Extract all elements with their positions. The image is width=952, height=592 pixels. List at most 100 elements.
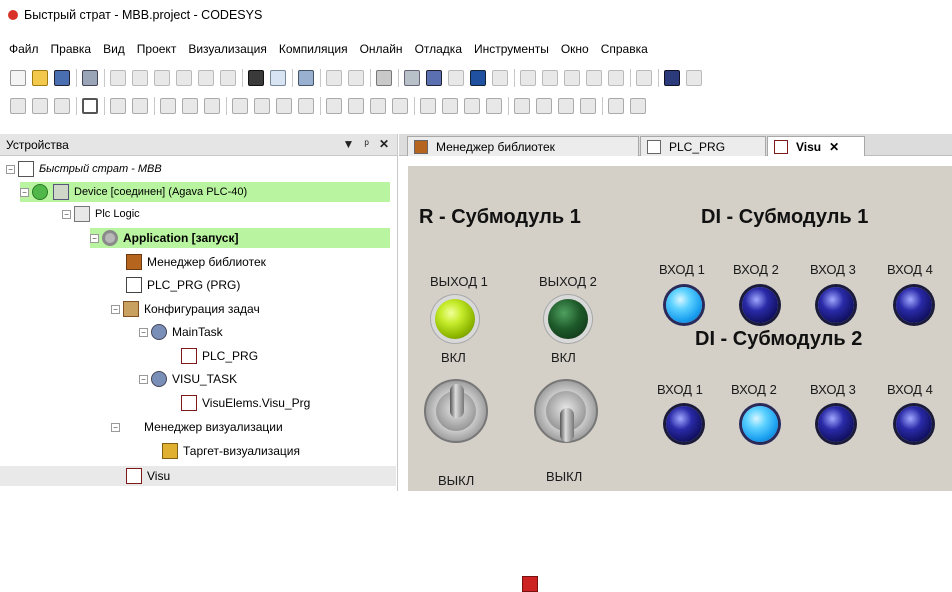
replace-icon[interactable] [270, 70, 286, 86]
tree-item-target-visu[interactable]: Таргет-визуализация [162, 441, 300, 461]
properties-icon[interactable] [580, 98, 596, 114]
panel-close-icon[interactable]: ✕ [379, 137, 389, 151]
menu-view[interactable]: Вид [103, 42, 125, 56]
step-over-icon[interactable] [542, 70, 558, 86]
start-icon[interactable] [448, 70, 464, 86]
send-backward-icon[interactable] [486, 98, 502, 114]
same-height-icon[interactable] [326, 98, 342, 114]
space-vertical-icon[interactable] [392, 98, 408, 114]
menu-build[interactable]: Компиляция [279, 42, 348, 56]
toolbox-icon[interactable] [608, 98, 624, 114]
visu-config-icon[interactable] [630, 98, 646, 114]
align-right-icon[interactable] [204, 98, 220, 114]
step-out-icon[interactable] [586, 70, 602, 86]
same-width-icon[interactable] [298, 98, 314, 114]
collapse-icon[interactable]: − [139, 327, 148, 337]
new-file-icon[interactable] [10, 70, 26, 86]
tab-visu[interactable]: Visu ✕ [767, 136, 865, 156]
build-icon[interactable] [298, 70, 314, 86]
align-bottom-icon[interactable] [276, 98, 292, 114]
tab-label: Visu [796, 139, 822, 154]
space-horizontal-icon[interactable] [370, 98, 386, 114]
run-to-cursor-icon[interactable] [608, 70, 624, 86]
align-left-icon[interactable] [160, 98, 176, 114]
tree-item-maintask[interactable]: − MainTask [139, 322, 223, 342]
menu-online[interactable]: Онлайн [360, 42, 403, 56]
print-icon[interactable] [82, 70, 98, 86]
collapse-icon[interactable]: − [62, 209, 71, 219]
interface-editor-icon[interactable] [536, 98, 552, 114]
save-icon[interactable] [54, 70, 70, 86]
reset-icon[interactable] [492, 70, 508, 86]
tree-item-application[interactable]: − Application [запуск] [90, 228, 390, 248]
ungroup-icon[interactable] [132, 98, 148, 114]
tree-item-visu[interactable]: Visu [0, 466, 396, 486]
open-folder-icon[interactable] [32, 70, 48, 86]
tree-item-maintask-plc-prg[interactable]: PLC_PRG [181, 346, 258, 366]
menu-help[interactable]: Справка [601, 42, 648, 56]
unforce-icon[interactable] [686, 70, 702, 86]
tree-item-project[interactable]: − Быстрый страт - MBB [6, 159, 366, 179]
panel-pin-icon[interactable]: ᵖ [364, 137, 369, 151]
tree-item-plc-prg[interactable]: PLC_PRG (PRG) [126, 275, 240, 295]
menu-debug[interactable]: Отладка [415, 42, 462, 56]
menu-project[interactable]: Проект [137, 42, 177, 56]
tree-item-visu-task[interactable]: − VISU_TASK [139, 369, 237, 389]
tab-close-icon[interactable]: ✕ [829, 140, 839, 154]
send-back-icon[interactable] [442, 98, 458, 114]
menu-edit[interactable]: Правка [51, 42, 92, 56]
delete-icon[interactable] [220, 70, 236, 86]
tree-item-task-config[interactable]: − Конфигурация задач [111, 299, 260, 319]
tree-item-device[interactable]: − Device [соединен] (Agava PLC-40) [20, 182, 390, 202]
add-object-icon[interactable] [326, 70, 342, 86]
tree-item-plc-logic[interactable]: − Plc Logic [62, 204, 140, 224]
paste-icon[interactable] [198, 70, 214, 86]
find-icon[interactable] [248, 70, 264, 86]
toggle-switch-1[interactable] [424, 379, 488, 443]
zoom-fit-icon[interactable] [32, 98, 48, 114]
group-icon[interactable] [110, 98, 126, 114]
bring-forward-icon[interactable] [464, 98, 480, 114]
program-call-icon [181, 395, 197, 411]
cut-icon[interactable] [154, 70, 170, 86]
collapse-icon[interactable]: − [139, 374, 148, 384]
menu-file[interactable]: Файл [9, 42, 39, 56]
menu-window[interactable]: Окно [561, 42, 589, 56]
rebuild-icon[interactable] [376, 70, 392, 86]
align-center-icon[interactable] [182, 98, 198, 114]
tree-item-visu-prg[interactable]: VisuElems.Visu_Prg [181, 393, 310, 413]
hotkeys-icon[interactable] [558, 98, 574, 114]
collapse-icon[interactable]: − [90, 233, 99, 243]
tree-item-library-manager[interactable]: Менеджер библиотек [126, 252, 266, 272]
breakpoint-icon[interactable] [520, 70, 536, 86]
align-top-icon[interactable] [232, 98, 248, 114]
bring-front-icon[interactable] [420, 98, 436, 114]
logout-icon[interactable] [426, 70, 442, 86]
write-values-icon[interactable] [636, 70, 652, 86]
same-size-icon[interactable] [348, 98, 364, 114]
undo-icon[interactable] [110, 70, 126, 86]
redo-icon[interactable] [132, 70, 148, 86]
tab-plc-prg[interactable]: PLC_PRG [640, 136, 766, 156]
panel-dropdown-icon[interactable]: ▼ [343, 137, 355, 151]
stop-icon[interactable] [470, 70, 486, 86]
tab-library-manager[interactable]: Менеджер библиотек [407, 136, 639, 156]
menu-visualization[interactable]: Визуализация [188, 42, 267, 56]
collapse-icon[interactable]: − [6, 164, 15, 174]
collapse-icon[interactable]: − [111, 304, 120, 314]
collapse-icon[interactable]: − [20, 187, 29, 197]
element-list-icon[interactable] [514, 98, 530, 114]
grid-icon[interactable] [54, 98, 70, 114]
step-into-icon[interactable] [564, 70, 580, 86]
tree-item-visu-manager[interactable]: − Менеджер визуализации [111, 417, 538, 592]
copy-icon[interactable] [176, 70, 192, 86]
menu-tools[interactable]: Инструменты [474, 42, 549, 56]
force-values-icon[interactable] [664, 70, 680, 86]
align-middle-icon[interactable] [254, 98, 270, 114]
toggle-switch-2[interactable] [534, 379, 598, 443]
frame-icon[interactable] [82, 98, 98, 114]
zoom-icon[interactable] [10, 98, 26, 114]
collapse-icon[interactable]: − [111, 422, 120, 432]
add-device-icon[interactable] [348, 70, 364, 86]
login-icon[interactable] [404, 70, 420, 86]
